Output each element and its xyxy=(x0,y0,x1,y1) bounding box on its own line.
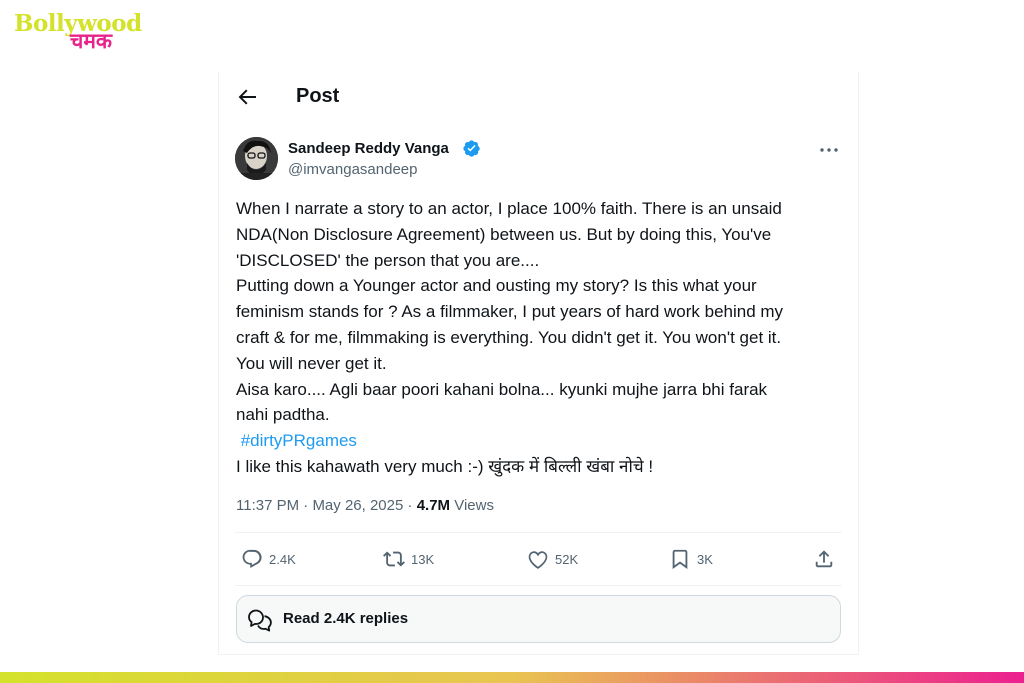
divider xyxy=(235,585,842,586)
avatar-image xyxy=(235,137,278,180)
read-replies-label: Read 2.4K replies xyxy=(283,610,409,627)
more-icon xyxy=(820,148,838,152)
replies-bubble-icon xyxy=(248,609,272,632)
reply-button[interactable]: 2.4K xyxy=(241,548,296,570)
views-label: Views xyxy=(450,497,494,514)
repost-count: 13K xyxy=(411,551,435,567)
post-date[interactable]: May 26, 2025 xyxy=(312,497,403,514)
tweet-line: Aisa karo.... Agli baar poori kahani bol… xyxy=(236,379,768,399)
reply-count: 2.4K xyxy=(269,551,296,567)
post-time[interactable]: 11:37 PM xyxy=(236,497,299,514)
tweet-line: You will never get it. xyxy=(236,353,387,373)
tweet-line: feminism stands for ? As a filmmaker, I … xyxy=(236,302,784,322)
bookmark-icon xyxy=(672,549,688,569)
action-bar: 2.4K 13K 52K 3K xyxy=(219,537,858,585)
site-logo: Bollywood चमक xyxy=(14,12,142,52)
page-title: Post xyxy=(296,85,340,107)
repost-icon xyxy=(383,551,405,567)
avatar[interactable] xyxy=(235,137,278,180)
verified-badge-icon xyxy=(463,140,480,157)
reply-icon xyxy=(242,549,262,568)
hashtag-link[interactable]: #dirtyPRgames xyxy=(236,428,846,454)
like-icon xyxy=(528,551,548,569)
share-icon xyxy=(815,550,833,568)
author-name[interactable]: Sandeep Reddy Vanga xyxy=(288,140,449,157)
tweet-line: I like this kahawath very much :-) खुंदक… xyxy=(236,456,654,476)
tweet-line: craft & for me, filmmaking is everything… xyxy=(236,327,782,347)
meta-separator: · xyxy=(299,497,313,514)
tweet-line: NDA(Non Disclosure Agreement) between us… xyxy=(236,224,772,244)
tweet-line: 'DISCLOSED' the person that you are.... xyxy=(236,250,540,270)
bookmark-button[interactable]: 3K xyxy=(669,548,713,570)
more-options-button[interactable] xyxy=(817,138,841,162)
back-button[interactable] xyxy=(235,85,259,109)
like-button[interactable]: 52K xyxy=(527,548,578,570)
tweet-line: nahi padtha. xyxy=(236,405,330,425)
views-count: 4.7M xyxy=(416,497,451,514)
tweet-line: When I narrate a story to an actor, I pl… xyxy=(236,199,782,218)
repost-button[interactable]: 13K xyxy=(383,548,434,570)
divider xyxy=(235,532,842,533)
author-handle[interactable]: @imvangasandeep xyxy=(288,161,417,178)
post-header: Post xyxy=(219,72,858,122)
back-arrow-icon xyxy=(238,89,256,105)
tweet-line: Putting down a Younger actor and ousting… xyxy=(236,276,757,296)
tweet-text: When I narrate a story to an actor, I pl… xyxy=(236,196,846,480)
meta-separator: · xyxy=(403,497,417,514)
like-count: 52K xyxy=(555,551,579,567)
brand-gradient-bar xyxy=(0,672,1024,683)
share-button[interactable] xyxy=(813,548,841,570)
read-replies-button[interactable]: Read 2.4K replies xyxy=(236,595,841,643)
post-card: Post Sandeep Reddy Vanga @imvangasandeep… xyxy=(218,72,859,655)
bookmark-count: 3K xyxy=(697,551,713,567)
post-meta: 11:37 PM · May 26, 2025 · 4.7M Views xyxy=(236,497,494,514)
